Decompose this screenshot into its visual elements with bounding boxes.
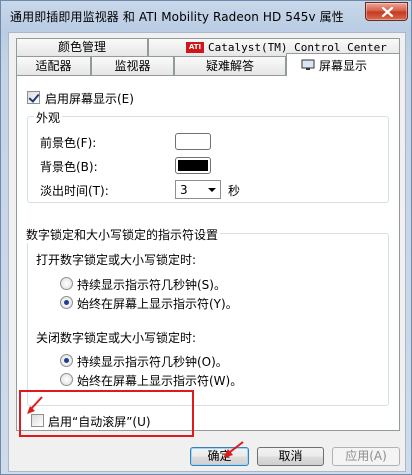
foreground-color-picker[interactable]	[175, 133, 211, 150]
fade-time-value: 3	[180, 183, 188, 197]
autoscroll-checkbox[interactable]	[31, 414, 44, 427]
background-color-picker[interactable]	[175, 157, 211, 174]
ok-button[interactable]: 确定	[190, 447, 249, 466]
properties-dialog: 通用即插即用监视器 和 ATI Mobility Radeon HD 545v …	[0, 0, 412, 475]
appearance-group-title: 外观	[34, 109, 63, 126]
lock-off-always-label: 始终在屏幕上显示指示符(W)。	[77, 374, 243, 388]
lock-on-timed-radio[interactable]	[60, 277, 73, 290]
tab-on-screen-display[interactable]: 屏幕显示	[286, 53, 400, 76]
lock-off-timed-label: 持续显示指示符几秒钟(O)。	[77, 355, 228, 369]
tab-label: 屏幕显示	[319, 59, 368, 73]
tab-label: 疑难解答	[205, 59, 254, 73]
ok-button-label: 确定	[207, 449, 232, 463]
foreground-color-label: 前景色(F):	[40, 136, 97, 150]
osd-panel: 启用屏幕显示(E) 外观 前景色(F): 背景色(B): 淡出时间(T): 3 …	[16, 75, 400, 431]
enable-osd-label: 启用屏幕显示(E)	[45, 92, 134, 106]
monitor-icon	[301, 59, 315, 70]
lock-off-title: 关闭数字锁定或大小写锁定时:	[36, 331, 197, 345]
background-color-swatch	[178, 160, 208, 171]
background-color-label: 背景色(B):	[40, 160, 98, 174]
dialog-client: 颜色管理 ATI Catalyst(TM) Control Center 适配器…	[8, 32, 406, 472]
fade-time-select[interactable]: 3	[175, 180, 221, 199]
lock-indicator-group-title: 数字锁定和大小写锁定的指示符设置	[24, 226, 221, 243]
tab-label: 适配器	[35, 59, 72, 73]
title-bar[interactable]: 通用即插即用监视器 和 ATI Mobility Radeon HD 545v …	[1, 1, 411, 31]
fade-time-label: 淡出时间(T):	[40, 184, 109, 198]
lock-on-title: 打开数字锁定或大小写锁定时:	[36, 253, 197, 267]
enable-osd-checkbox[interactable]	[27, 91, 40, 104]
lock-on-always-label: 始终在屏幕上显示指示符(Y)。	[77, 297, 238, 311]
lock-on-timed-label: 持续显示指示符几秒钟(S)。	[77, 278, 226, 292]
appearance-group: 外观 前景色(F): 背景色(B): 淡出时间(T): 3 秒	[27, 109, 389, 203]
tab-adapter[interactable]: 适配器	[16, 56, 91, 75]
fade-time-unit: 秒	[228, 184, 241, 198]
tab-label: 监视器	[114, 59, 151, 73]
lock-indicator-group: 数字锁定和大小写锁定的指示符设置 打开数字锁定或大小写锁定时: 持续显示指示符几…	[24, 226, 389, 406]
lock-off-timed-radio[interactable]	[60, 354, 73, 367]
cancel-button[interactable]: 取消	[257, 447, 324, 466]
tab-label: 颜色管理	[57, 40, 106, 54]
lock-off-always-radio[interactable]	[60, 373, 73, 386]
autoscroll-label: 启用“自动滚屏”(U)	[48, 415, 151, 429]
tab-monitor[interactable]: 监视器	[91, 56, 174, 75]
chevron-down-icon	[208, 188, 216, 192]
close-icon	[381, 7, 394, 17]
ati-logo-icon: ATI	[186, 42, 204, 53]
close-button[interactable]	[365, 2, 408, 21]
cancel-button-label: 取消	[278, 449, 303, 463]
window-title: 通用即插即用监视器 和 ATI Mobility Radeon HD 545v …	[10, 10, 344, 24]
foreground-color-swatch	[178, 136, 208, 147]
tab-troubleshoot[interactable]: 疑难解答	[174, 56, 286, 75]
tab-color-management[interactable]: 颜色管理	[16, 38, 148, 56]
lock-on-always-radio[interactable]	[60, 296, 73, 309]
apply-button-label: 应用(A)	[345, 449, 387, 463]
apply-button[interactable]: 应用(A)	[332, 447, 400, 466]
